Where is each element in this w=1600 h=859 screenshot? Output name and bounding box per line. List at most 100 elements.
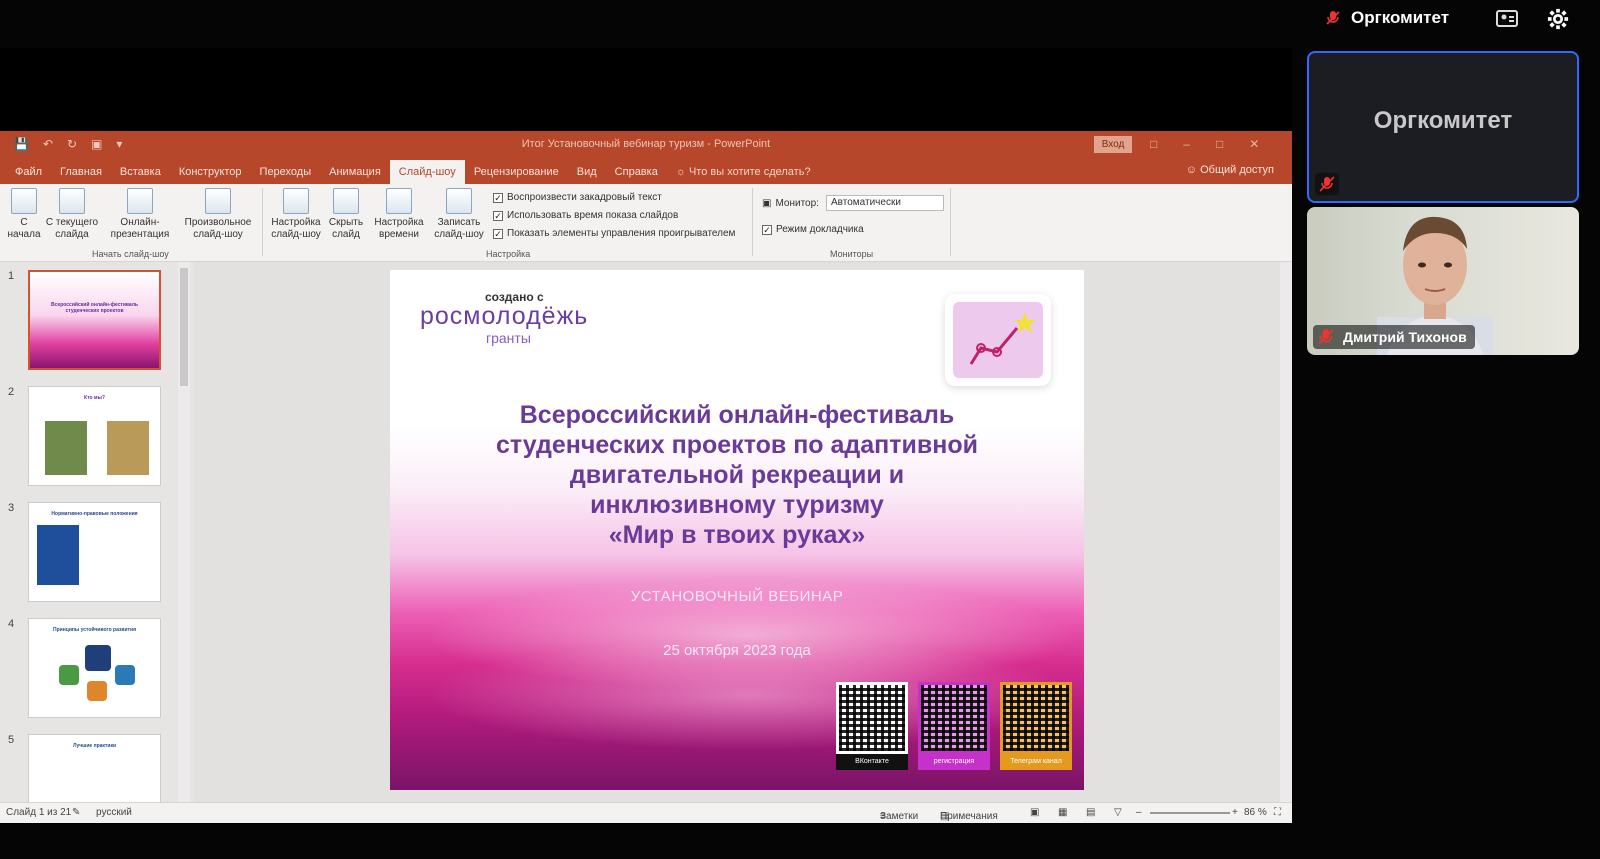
tab-design[interactable]: Конструктор xyxy=(170,160,251,184)
thumbnail-title: Лучшие практики xyxy=(72,743,117,749)
tab-view[interactable]: Вид xyxy=(568,160,606,184)
active-speaker-name: Оргкомитет xyxy=(1351,8,1450,27)
qr-label: Телеграм канал xyxy=(1000,754,1072,770)
slide-thumbnail[interactable]: Лучшие практики xyxy=(28,734,161,802)
participant-tile-video[interactable]: Дмитрий Тихонов xyxy=(1307,207,1579,355)
hexagon xyxy=(59,665,79,685)
controls-checkbox[interactable]: ✓ Показать элементы управления проигрыват… xyxy=(493,228,735,239)
slide-thumbnail[interactable]: Всероссийский онлайн-фестиваль студенчес… xyxy=(28,270,161,370)
from-start-button[interactable]: С начала xyxy=(6,188,42,241)
slideshow-view-icon[interactable]: ▽ xyxy=(1114,807,1122,818)
lightbulb-icon: ☼ xyxy=(675,166,689,178)
timings-checkbox[interactable]: ✓ Использовать время показа слайдов xyxy=(493,210,678,221)
slide-number: 4 xyxy=(8,618,15,630)
slide-number: 2 xyxy=(8,386,15,398)
tab-help[interactable]: Справка xyxy=(606,160,667,184)
tell-me-search[interactable]: ☼ Что вы хотите сделать? xyxy=(667,160,820,184)
ribbon-display-icon[interactable]: □ xyxy=(1150,137,1157,151)
slide-thumbnail[interactable]: Кто мы? xyxy=(28,386,161,486)
slide-date: 25 октября 2023 года xyxy=(663,642,811,659)
slide-thumbnails-pane: 1 Всероссийский онлайн-фестиваль студенч… xyxy=(0,262,194,802)
maximize-icon[interactable]: □ xyxy=(1216,137,1223,151)
route-graph-icon xyxy=(969,312,1036,365)
status-bar: Слайд 1 из 21 ✎ русский ≡ Заметки ▤ Прим… xyxy=(0,802,1292,823)
signin-button[interactable]: Вход xyxy=(1094,136,1132,153)
scrollbar-thumb[interactable] xyxy=(180,268,188,386)
title-line: «Мир в твоих руках» xyxy=(608,521,866,549)
custom-show-button[interactable]: Произвольное слайд-шоу xyxy=(180,188,256,241)
participant-name: Оргкомитет xyxy=(1373,107,1513,134)
online-presentation-button[interactable]: Онлайн-презентация xyxy=(106,188,174,241)
participants-view-icon[interactable] xyxy=(1495,8,1519,30)
tab-review[interactable]: Рецензирование xyxy=(465,160,568,184)
tell-me-text: Что вы хотите сделать? xyxy=(688,166,811,178)
slide-number: 1 xyxy=(8,270,15,282)
tab-animations[interactable]: Анимация xyxy=(320,160,390,184)
divider xyxy=(262,188,263,256)
festival-logo xyxy=(945,294,1051,386)
setup-icon xyxy=(283,188,309,214)
tab-slideshow[interactable]: Слайд-шоу xyxy=(389,160,465,184)
rehearse-timings-button[interactable]: Настройка времени xyxy=(370,188,428,241)
brand-subtitle: гранты xyxy=(486,330,531,346)
slide-thumbnail[interactable]: Нормативно-правовые положения xyxy=(28,502,161,602)
close-icon[interactable]: ✕ xyxy=(1249,137,1259,151)
fit-slide-icon[interactable]: ⛶ xyxy=(1274,807,1281,818)
slide-thumbnail[interactable]: Принципы устойчивого развития xyxy=(28,618,161,718)
title-bar: 💾 ↶ ↻ ▣ ▾ Итог Установочный вебинар тури… xyxy=(0,131,1292,158)
group-start-label: Начать слайд-шоу xyxy=(92,249,169,259)
un-document-image xyxy=(37,525,79,585)
zoom-slider[interactable] xyxy=(1150,812,1230,814)
monitor-select[interactable]: Автоматически xyxy=(826,195,944,211)
title-line: двигательной рекреации и xyxy=(569,461,905,489)
zoom-in-button[interactable]: + xyxy=(1232,807,1238,818)
from-current-button[interactable]: С текущего слайда xyxy=(44,188,100,241)
normal-view-icon[interactable]: ▣ xyxy=(1030,807,1039,818)
editor-scrollbar[interactable] xyxy=(1280,262,1292,802)
title-line: студенческих проектов по адаптивной xyxy=(495,431,979,459)
hexagon xyxy=(87,681,107,701)
reading-view-icon[interactable]: ▤ xyxy=(1086,807,1095,818)
mic-muted-icon xyxy=(1315,173,1339,195)
group-setup-label: Настройка xyxy=(486,249,531,259)
setup-show-button[interactable]: Настройка слайд-шоу xyxy=(268,188,324,241)
record-show-button[interactable]: Записать слайд-шоу xyxy=(430,188,488,241)
custom-show-icon xyxy=(205,188,231,214)
thumbnail-title: Нормативно-правовые положения xyxy=(51,511,138,517)
brand-logo-text: росмолодёжь xyxy=(420,302,589,330)
minimize-icon[interactable]: – xyxy=(1183,137,1190,151)
presenter-view-checkbox[interactable]: ✓ Режим докладчика xyxy=(762,224,864,235)
share-button[interactable]: ☺ Общий доступ xyxy=(1186,164,1274,176)
checkbox-checked: ✓ xyxy=(493,192,503,203)
photo xyxy=(45,421,87,475)
timer-icon xyxy=(386,188,412,214)
zoom-level[interactable]: 86 % xyxy=(1244,807,1267,818)
ribbon-slideshow: С начала С текущего слайда Онлайн-презен… xyxy=(0,184,1292,262)
narration-checkbox[interactable]: ✓ Воспроизвести закадровый текст xyxy=(493,192,662,203)
tab-transitions[interactable]: Переходы xyxy=(251,160,321,184)
hide-slide-button[interactable]: Скрыть слайд xyxy=(326,188,366,241)
hexagon xyxy=(115,665,135,685)
slide-sorter-icon[interactable]: ▦ xyxy=(1058,807,1067,818)
checkbox-checked: ✓ xyxy=(493,228,503,239)
tab-home[interactable]: Главная xyxy=(51,160,111,184)
tab-insert[interactable]: Вставка xyxy=(111,160,170,184)
checkbox-checked: ✓ xyxy=(762,224,772,235)
current-slide[interactable]: создано с росмолодёжь гранты Всероссийск… xyxy=(390,270,1084,790)
group-monitors-label: Мониторы xyxy=(830,249,874,259)
title-line: инклюзивному туризму xyxy=(590,491,884,519)
qr-label: ВКонтакте xyxy=(836,754,908,770)
tab-file[interactable]: Файл xyxy=(6,160,51,184)
participant-label: Дмитрий Тихонов xyxy=(1313,325,1475,349)
video-call-window: Оргкомитет 💾 ↶ ↻ ▣ ▾ Итог Установочный в… xyxy=(0,0,1600,859)
active-speaker-indicator: Оргкомитет xyxy=(1325,8,1449,28)
zoom-out-button[interactable]: – xyxy=(1136,807,1142,818)
qr-label: регистрация xyxy=(918,754,990,770)
esg-hexagon xyxy=(85,645,111,671)
settings-gear-icon[interactable] xyxy=(1547,8,1571,30)
spellcheck-icon[interactable]: ✎ xyxy=(72,807,80,818)
participant-tile-orgcommittee[interactable]: Оргкомитет xyxy=(1307,51,1579,203)
slide-number: 3 xyxy=(8,502,15,514)
language-indicator[interactable]: русский xyxy=(96,807,132,818)
thumbnails-scrollbar[interactable] xyxy=(178,262,190,802)
